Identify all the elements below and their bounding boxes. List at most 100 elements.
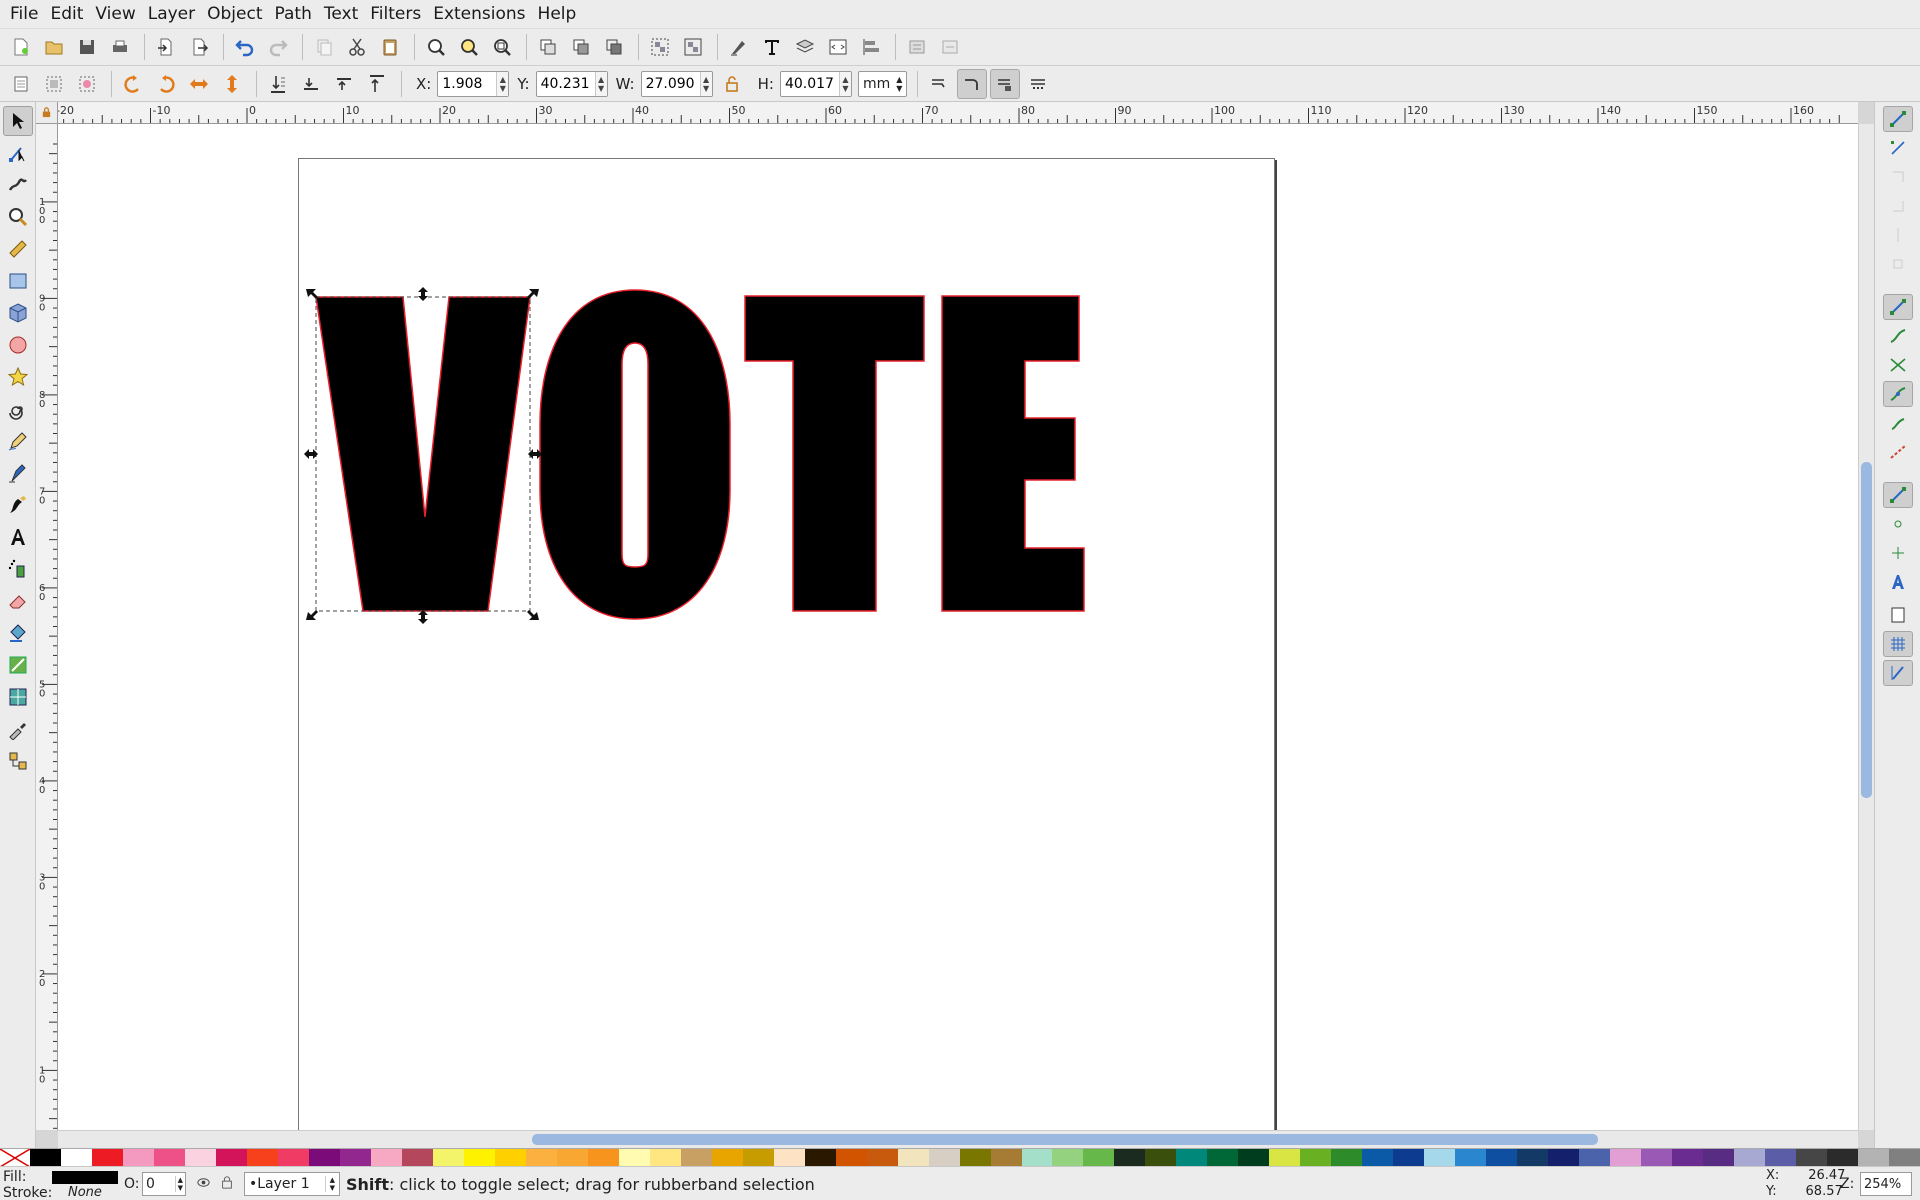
palette-swatch[interactable] [1300, 1149, 1332, 1167]
palette-swatch[interactable] [556, 1149, 588, 1167]
paste-icon[interactable] [375, 32, 405, 62]
new-document-icon[interactable] [6, 32, 36, 62]
3d-box-tool-icon[interactable] [3, 298, 33, 328]
palette-swatch[interactable] [587, 1149, 619, 1167]
palette-swatch[interactable] [60, 1149, 92, 1167]
y-input[interactable] [536, 75, 595, 92]
menu-object[interactable]: Object [201, 0, 268, 28]
palette-swatch[interactable] [1889, 1149, 1920, 1167]
pen-tool-icon[interactable] [3, 458, 33, 488]
fill-stroke-icon[interactable] [724, 32, 754, 62]
menu-layer[interactable]: Layer [142, 0, 201, 28]
mesh-tool-icon[interactable] [3, 682, 33, 712]
snap-text-baseline-icon[interactable] [1883, 569, 1913, 595]
palette-swatch[interactable] [1703, 1149, 1735, 1167]
lock-icon[interactable] [220, 1175, 234, 1193]
menu-filters[interactable]: Filters [364, 0, 427, 28]
palette-swatch[interactable] [1672, 1149, 1704, 1167]
palette-swatch[interactable] [215, 1149, 247, 1167]
y-field[interactable]: ▲▼ [535, 70, 608, 97]
horizontal-scroll-thumb[interactable] [532, 1134, 1598, 1145]
palette-swatch[interactable] [711, 1149, 743, 1167]
palette-swatch[interactable] [1858, 1149, 1890, 1167]
snap-bbox-edge-icon[interactable] [1883, 164, 1913, 190]
horizontal-scrollbar[interactable] [58, 1130, 1858, 1148]
print-icon[interactable] [105, 32, 135, 62]
scale-stroke-icon[interactable] [924, 69, 954, 99]
select-all-layers-icon[interactable] [39, 69, 69, 99]
menu-extensions[interactable]: Extensions [427, 0, 531, 28]
palette-swatch[interactable] [1238, 1149, 1270, 1167]
scale-handle-top[interactable] [418, 287, 428, 301]
scale-handle-left[interactable] [304, 449, 318, 459]
zoom-selection-icon[interactable] [421, 32, 451, 62]
palette-swatch[interactable] [1486, 1149, 1518, 1167]
menu-path[interactable]: Path [269, 0, 318, 28]
vertical-scrollbar[interactable] [1858, 124, 1874, 1130]
palette-swatch[interactable] [370, 1149, 402, 1167]
duplicate-icon[interactable] [533, 32, 563, 62]
snap-toggle-icon[interactable] [1882, 106, 1913, 132]
drawing-canvas[interactable] [58, 124, 1858, 1130]
node-tool-icon[interactable] [3, 138, 33, 168]
snap-page-border-icon[interactable] [1883, 602, 1913, 628]
palette-swatch[interactable] [1176, 1149, 1208, 1167]
star-tool-icon[interactable] [3, 362, 33, 392]
move-patterns-icon[interactable] [1023, 69, 1053, 99]
export-icon[interactable] [184, 32, 214, 62]
scale-handle-bottom-right[interactable] [527, 610, 539, 620]
palette-swatch[interactable] [928, 1149, 960, 1167]
palette-swatch[interactable] [1331, 1149, 1363, 1167]
palette-swatch[interactable] [184, 1149, 216, 1167]
snap-bbox-corner-icon[interactable] [1883, 193, 1913, 219]
palette-swatch[interactable] [1393, 1149, 1425, 1167]
palette-swatch[interactable] [1145, 1149, 1177, 1167]
letter-v[interactable] [315, 296, 531, 612]
dropper-tool-icon[interactable] [3, 714, 33, 744]
rotate-ccw-icon[interactable] [118, 69, 148, 99]
opacity-field[interactable]: 0 ▲ ▼ [142, 1172, 186, 1196]
menu-text[interactable]: Text [318, 0, 364, 28]
palette-swatch[interactable] [1796, 1149, 1828, 1167]
connector-tool-icon[interactable] [3, 746, 33, 776]
letter-o[interactable] [539, 289, 731, 620]
document-properties-icon[interactable] [935, 32, 965, 62]
copy-icon[interactable] [309, 32, 339, 62]
scale-handle-bottom-left[interactable] [306, 610, 318, 620]
snap-paths-icon[interactable] [1883, 323, 1913, 349]
palette-swatch[interactable] [1548, 1149, 1580, 1167]
group-icon[interactable] [645, 32, 675, 62]
snap-bbox-icon[interactable] [1883, 135, 1913, 161]
cut-icon[interactable] [342, 32, 372, 62]
palette-swatch[interactable] [1579, 1149, 1611, 1167]
rotate-cw-icon[interactable] [151, 69, 181, 99]
align-distribute-icon[interactable] [856, 32, 886, 62]
opacity-spinner-arrows[interactable]: ▲ ▼ [174, 1176, 185, 1192]
unit-select[interactable]: mm ▲ ▼ [857, 70, 908, 97]
fill-indicator[interactable] [52, 1171, 118, 1184]
ruler-lock-icon[interactable] [36, 102, 58, 124]
zoom-drawing-icon[interactable] [454, 32, 484, 62]
palette-swatch[interactable] [1021, 1149, 1053, 1167]
palette-swatch[interactable] [835, 1149, 867, 1167]
y-spinner-arrows[interactable]: ▲ ▼ [594, 71, 607, 96]
scale-handle-top-left[interactable] [306, 289, 318, 299]
palette-swatch[interactable] [463, 1149, 495, 1167]
undo-icon[interactable] [230, 32, 260, 62]
save-icon[interactable] [72, 32, 102, 62]
open-document-icon[interactable] [39, 32, 69, 62]
palette-swatch[interactable] [153, 1149, 185, 1167]
menu-file[interactable]: File [4, 0, 44, 28]
x-spinner-arrows[interactable]: ▲ ▼ [496, 71, 509, 96]
palette-swatch[interactable] [432, 1149, 464, 1167]
gradient-tool-icon[interactable] [3, 650, 33, 680]
flip-vertical-icon[interactable] [217, 69, 247, 99]
rectangle-tool-icon[interactable] [3, 266, 33, 296]
palette-swatch[interactable] [401, 1149, 433, 1167]
palette-swatch[interactable] [680, 1149, 712, 1167]
palette-swatch[interactable] [339, 1149, 371, 1167]
vertical-scroll-thumb[interactable] [1861, 462, 1872, 798]
palette-swatch[interactable] [1765, 1149, 1797, 1167]
tweak-tool-icon[interactable] [3, 170, 33, 200]
spray-tool-icon[interactable] [3, 554, 33, 584]
